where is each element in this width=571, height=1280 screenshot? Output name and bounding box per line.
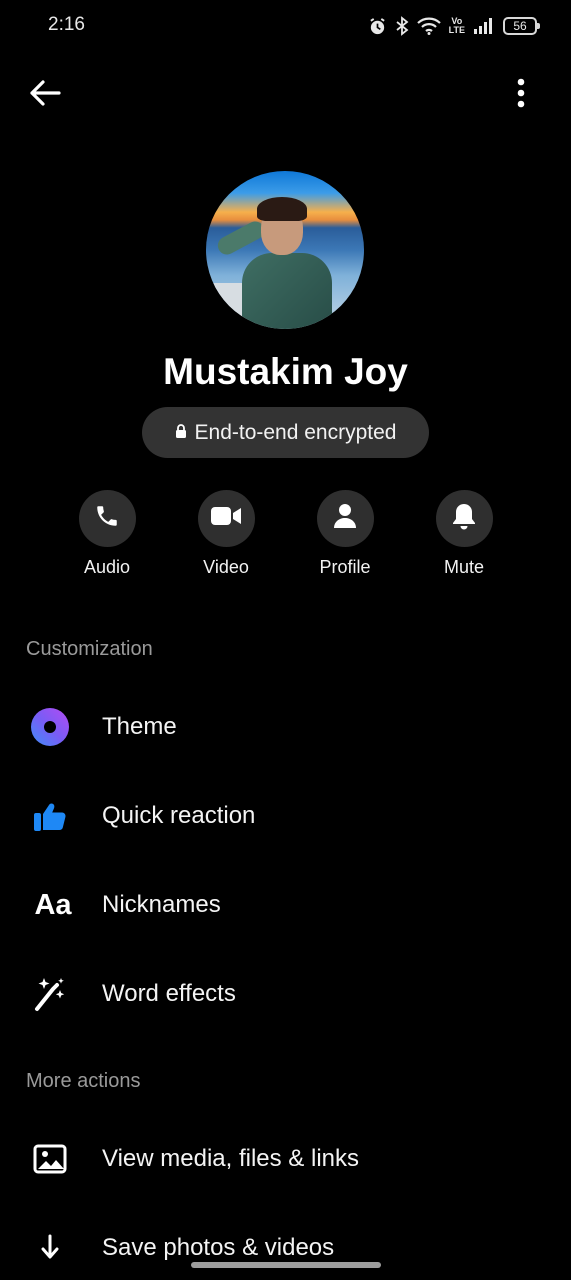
status-time: 2:16	[48, 14, 85, 35]
theme-label: Theme	[102, 713, 177, 740]
nicknames-icon: Aa	[30, 882, 76, 928]
word-effects-row[interactable]: Word effects	[0, 954, 571, 1034]
audio-call-button[interactable]: Audio	[47, 490, 167, 578]
signal-icon	[473, 17, 495, 35]
profile-avatar[interactable]	[206, 171, 364, 329]
profile-label: Profile	[319, 557, 371, 577]
bell-icon	[452, 502, 476, 535]
encryption-badge[interactable]: End-to-end encrypted	[142, 407, 429, 458]
video-call-button[interactable]: Video	[166, 490, 286, 578]
volte-bottom-label: LTE	[448, 25, 465, 35]
nicknames-row[interactable]: Aa Nicknames	[0, 865, 571, 945]
avatar-railing	[206, 283, 246, 329]
status-bar: 2:16 Vo LTE 56	[0, 0, 571, 52]
view-media-label: View media, files & links	[102, 1145, 359, 1172]
avatar-person-hair	[257, 197, 307, 221]
customization-section-title: Customization	[26, 638, 153, 660]
audio-call-circle	[78, 490, 136, 547]
audio-label: Audio	[83, 557, 131, 577]
alarm-icon	[368, 17, 387, 36]
nicknames-icon-text: Aa	[34, 888, 72, 921]
battery-level: 56	[513, 19, 527, 33]
theme-icon	[27, 704, 73, 750]
mute-label: Mute	[443, 557, 485, 577]
save-photos-label: Save photos & videos	[102, 1234, 335, 1261]
view-media-row[interactable]: View media, files & links	[0, 1119, 571, 1199]
lock-icon	[175, 421, 187, 445]
contact-name: Mustakim Joy	[163, 351, 408, 392]
quick-reaction-row[interactable]: Quick reaction	[0, 776, 571, 856]
profile-button[interactable]: Profile	[285, 490, 405, 578]
quick-reaction-label: Quick reaction	[102, 802, 256, 829]
volte-indicator: Vo LTE	[449, 17, 465, 35]
profile-circle	[316, 490, 374, 547]
avatar-person-arm	[214, 218, 268, 258]
arrow-left-icon	[29, 79, 61, 111]
nicknames-label: Nicknames	[102, 891, 221, 918]
video-camera-icon	[210, 505, 242, 532]
download-icon	[27, 1225, 73, 1271]
more-vertical-icon	[517, 78, 525, 113]
phone-icon	[94, 503, 120, 534]
more-options-button[interactable]	[509, 74, 533, 116]
person-icon	[333, 503, 357, 534]
encryption-label: End-to-end encrypted	[194, 420, 397, 444]
home-indicator[interactable]	[191, 1262, 381, 1268]
thumbs-up-icon	[27, 793, 73, 839]
word-effects-label: Word effects	[102, 980, 236, 1007]
bluetooth-icon	[395, 16, 409, 36]
mute-button[interactable]: Mute	[404, 490, 524, 578]
back-button[interactable]	[24, 74, 66, 116]
theme-row[interactable]: Theme	[0, 687, 571, 767]
more-actions-section-title: More actions	[26, 1070, 141, 1092]
status-icons: Vo LTE 56	[368, 14, 540, 38]
screen: 2:16 Vo LTE 56 Mustakim Joy End-to-end e…	[0, 0, 571, 1280]
action-buttons: Audio Video Profile Mute	[0, 490, 571, 590]
wifi-icon	[416, 17, 441, 35]
mute-circle	[435, 490, 493, 547]
avatar-person-body	[242, 253, 332, 329]
video-label: Video	[203, 557, 249, 577]
video-call-circle	[197, 490, 255, 547]
save-photos-row[interactable]: Save photos & videos	[0, 1208, 571, 1280]
battery-icon: 56	[503, 17, 540, 35]
image-icon	[27, 1136, 73, 1182]
magic-wand-icon	[27, 971, 73, 1017]
